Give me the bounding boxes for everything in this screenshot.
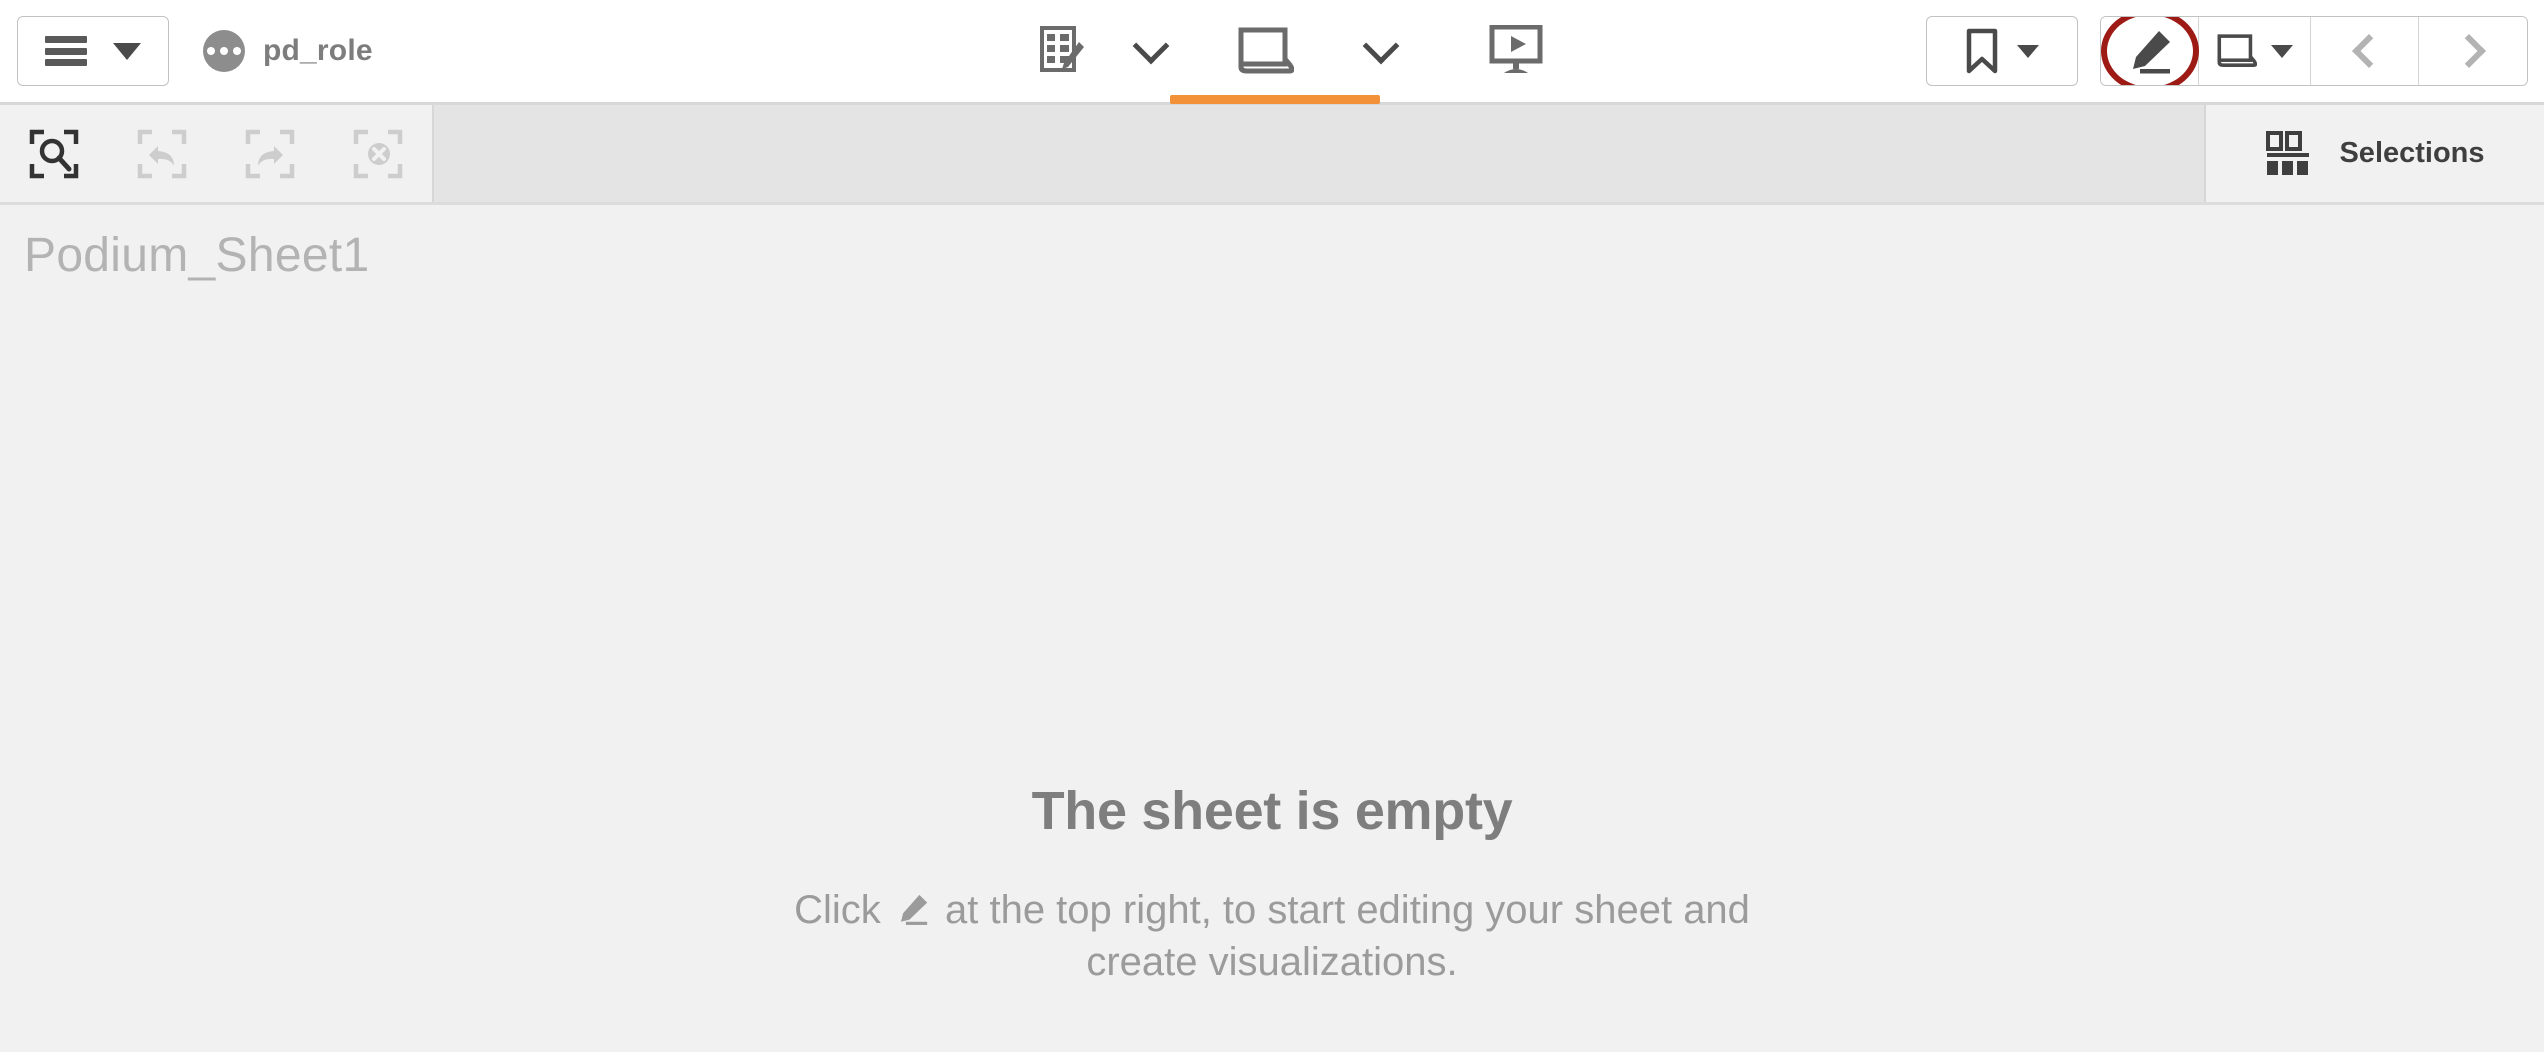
chevron-down-icon xyxy=(2017,44,2039,58)
selections-bar-icon xyxy=(2266,130,2310,175)
selection-forward-icon xyxy=(245,129,295,178)
step-back-button[interactable] xyxy=(108,105,216,202)
app-name-label: pd_role xyxy=(263,34,373,67)
sheet-title: Podium_Sheet1 xyxy=(24,229,370,282)
data-manager-button[interactable] xyxy=(1020,0,1106,102)
empty-text-before: Click xyxy=(794,888,881,932)
sheets-dropdown-button[interactable] xyxy=(1336,0,1426,102)
selection-search-icon xyxy=(29,129,79,178)
chevron-down-icon xyxy=(2270,44,2293,58)
chevron-down-icon xyxy=(113,42,141,60)
hamburger-icon xyxy=(45,36,87,66)
sheet-icon xyxy=(2217,34,2257,67)
sheet-actions-group xyxy=(2100,16,2528,86)
storytelling-button[interactable] xyxy=(1426,0,1606,102)
data-manager-dropdown-button[interactable] xyxy=(1106,0,1196,102)
chevron-down-icon xyxy=(1132,27,1170,65)
selections-toolbar: Selections xyxy=(0,105,2544,205)
navigation-menu-button[interactable] xyxy=(17,16,169,86)
app-name-group[interactable]: pd_role xyxy=(203,0,373,102)
selections-empty-area xyxy=(434,105,2206,202)
selections-panel-button[interactable]: Selections xyxy=(2206,105,2544,202)
previous-sheet-button[interactable] xyxy=(2311,17,2419,85)
empty-sheet-heading: The sheet is empty xyxy=(1031,781,1513,841)
top-toolbar: pd_role xyxy=(0,0,2544,105)
empty-sheet-description: Click at the top right, to start editing… xyxy=(762,884,1782,988)
selection-clear-icon xyxy=(353,129,403,178)
pencil-icon xyxy=(2132,31,2170,74)
sheet-navigation-button[interactable] xyxy=(2199,17,2311,85)
app-dots-icon xyxy=(203,30,245,72)
presentation-play-icon xyxy=(1489,25,1543,73)
selections-search-button[interactable] xyxy=(0,105,108,202)
step-forward-button[interactable] xyxy=(216,105,324,202)
clear-selections-button[interactable] xyxy=(324,105,432,202)
empty-text-after: at the top right, to start editing your … xyxy=(944,888,1750,984)
center-tool-group xyxy=(1020,0,1606,102)
selections-panel-label: Selections xyxy=(2339,137,2485,169)
chevron-left-icon xyxy=(2351,34,2386,68)
sheets-button[interactable] xyxy=(1196,0,1336,102)
sheet-icon xyxy=(1238,27,1294,74)
pencil-icon xyxy=(900,894,928,925)
chevron-right-icon xyxy=(2452,34,2486,68)
empty-sheet-message: The sheet is empty Click at the top righ… xyxy=(0,780,2544,988)
chevron-down-icon xyxy=(1362,27,1400,65)
active-tab-indicator xyxy=(1170,95,1380,104)
right-tool-group xyxy=(1926,16,2528,86)
edit-sheet-button[interactable] xyxy=(2101,17,2199,85)
sheet-edit-icon xyxy=(1040,26,1084,72)
next-sheet-button[interactable] xyxy=(2419,17,2527,85)
selection-tools-group xyxy=(0,105,434,202)
selection-back-icon xyxy=(137,129,187,178)
bookmark-icon xyxy=(1966,28,1998,74)
bookmarks-button[interactable] xyxy=(1926,16,2078,86)
